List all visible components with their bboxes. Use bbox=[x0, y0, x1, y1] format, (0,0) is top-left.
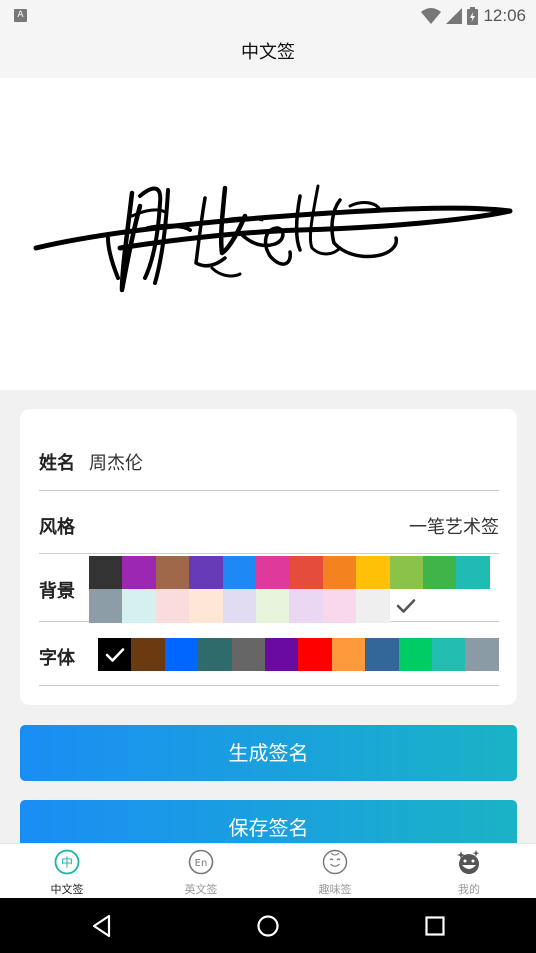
background-label: 背景 bbox=[39, 581, 75, 602]
page-title: 中文签 bbox=[0, 32, 536, 78]
home-icon[interactable] bbox=[254, 912, 282, 940]
background-color-swatch[interactable] bbox=[356, 556, 390, 590]
background-color-swatch[interactable] bbox=[256, 556, 290, 590]
background-color-swatch[interactable] bbox=[423, 556, 457, 590]
style-row[interactable]: 风格 一笔艺术签 bbox=[39, 491, 499, 554]
background-color-swatch[interactable] bbox=[456, 556, 490, 590]
generate-signature-button[interactable]: 生成签名 bbox=[20, 725, 517, 781]
signature-preview bbox=[0, 78, 536, 390]
recents-icon[interactable] bbox=[421, 912, 449, 940]
background-color-swatch[interactable] bbox=[222, 556, 256, 590]
font-color-swatch[interactable] bbox=[164, 638, 199, 672]
status-bar: A 12:06 bbox=[0, 0, 536, 32]
tab-profile[interactable]: 我的 bbox=[402, 849, 536, 897]
name-row[interactable]: 姓名 周杰伦 bbox=[39, 409, 499, 491]
font-color-swatch[interactable] bbox=[198, 638, 232, 672]
font-color-swatch[interactable] bbox=[365, 638, 399, 672]
style-selector[interactable]: 一笔艺术签 bbox=[409, 513, 499, 539]
background-color-swatch[interactable] bbox=[122, 589, 156, 623]
font-color-swatch[interactable] bbox=[98, 638, 132, 672]
app-notification-icon: A bbox=[14, 9, 27, 22]
font-color-swatch[interactable] bbox=[331, 638, 366, 672]
font-color-swatch[interactable] bbox=[131, 638, 165, 672]
background-color-swatch[interactable] bbox=[356, 589, 390, 623]
chinese-sign-icon: 中 bbox=[54, 849, 80, 875]
background-color-swatch[interactable] bbox=[189, 556, 223, 590]
background-color-swatch[interactable] bbox=[89, 589, 123, 623]
font-label: 字体 bbox=[39, 648, 75, 669]
background-color-swatch[interactable] bbox=[389, 556, 423, 590]
tab-label: 英文签 bbox=[184, 883, 218, 896]
tab-chinese-sign[interactable]: 中 中文签 bbox=[0, 849, 134, 897]
tab-label: 趣味签 bbox=[318, 883, 352, 896]
name-label: 姓名 bbox=[39, 453, 75, 474]
font-color-swatch[interactable] bbox=[465, 638, 499, 672]
font-color-swatch[interactable] bbox=[265, 638, 299, 672]
fun-sign-icon bbox=[322, 849, 348, 875]
background-color-swatch[interactable] bbox=[222, 589, 256, 623]
svg-text:中: 中 bbox=[61, 855, 73, 870]
english-sign-icon: En bbox=[188, 849, 214, 875]
signature-image bbox=[33, 184, 513, 293]
system-navigation-bar bbox=[0, 898, 536, 953]
tab-fun-sign[interactable]: 趣味签 bbox=[268, 849, 402, 897]
check-icon bbox=[98, 638, 131, 671]
background-color-swatch[interactable] bbox=[189, 589, 223, 623]
settings-card: 姓名 周杰伦 风格 一笔艺术签 背景 字体 bbox=[20, 409, 517, 705]
clock: 12:06 bbox=[483, 6, 526, 25]
name-input[interactable]: 周杰伦 bbox=[89, 449, 143, 475]
svg-text:En: En bbox=[195, 858, 208, 869]
background-color-swatch[interactable] bbox=[289, 556, 323, 590]
background-color-swatch[interactable] bbox=[322, 589, 357, 623]
background-color-swatch[interactable] bbox=[155, 556, 190, 590]
tab-english-sign[interactable]: En 英文签 bbox=[134, 849, 268, 897]
background-color-swatch[interactable] bbox=[122, 556, 156, 590]
font-color-grid bbox=[98, 638, 499, 672]
background-color-grid bbox=[89, 556, 490, 623]
background-color-swatch[interactable] bbox=[289, 589, 323, 623]
cell-signal-icon bbox=[446, 8, 463, 24]
font-color-swatch[interactable] bbox=[398, 638, 432, 672]
battery-icon bbox=[467, 7, 479, 25]
background-color-swatch[interactable] bbox=[256, 589, 290, 623]
background-color-swatch[interactable] bbox=[89, 556, 123, 590]
back-icon[interactable] bbox=[88, 912, 116, 940]
font-color-swatch[interactable] bbox=[432, 638, 466, 672]
font-color-swatch[interactable] bbox=[298, 638, 332, 672]
font-row: 字体 bbox=[39, 622, 499, 686]
background-row: 背景 bbox=[39, 554, 499, 623]
wifi-icon bbox=[421, 8, 442, 24]
background-color-swatch[interactable] bbox=[155, 589, 190, 623]
profile-icon bbox=[457, 850, 480, 874]
background-color-swatch[interactable] bbox=[322, 556, 357, 590]
tab-label: 中文签 bbox=[50, 883, 84, 896]
tab-label: 我的 bbox=[458, 883, 480, 896]
status-icons: 12:06 bbox=[421, 6, 526, 26]
check-icon bbox=[390, 589, 423, 622]
font-color-swatch[interactable] bbox=[231, 638, 265, 672]
style-label: 风格 bbox=[39, 517, 75, 538]
bottom-tab-bar: 中 中文签 En 英文签 趣味签 我的 bbox=[0, 843, 536, 898]
background-none-swatch[interactable] bbox=[390, 589, 423, 622]
